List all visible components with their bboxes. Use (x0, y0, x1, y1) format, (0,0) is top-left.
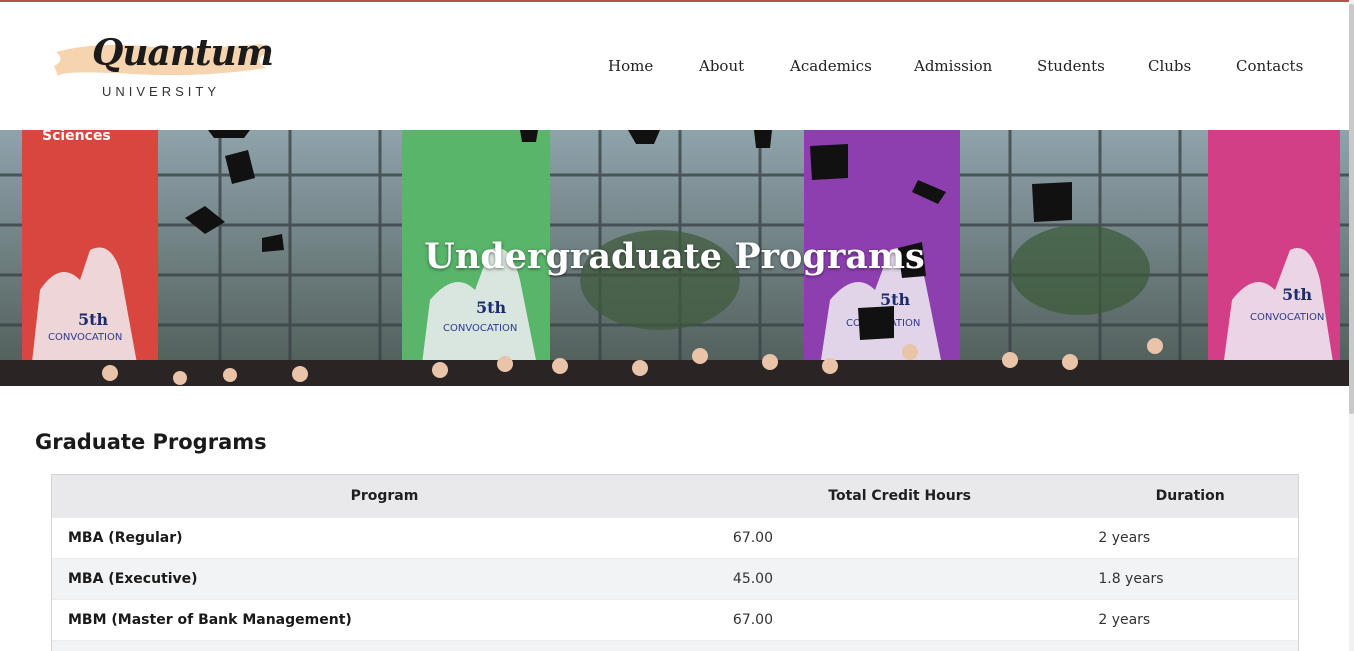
cell-credits: 67.00 (732, 530, 774, 546)
cell-duration: 2 years (1098, 612, 1151, 628)
cell-credits: 67.00 (732, 612, 774, 628)
hero-title: Undergraduate Programs (424, 236, 925, 277)
nav-students[interactable]: Students (1037, 57, 1105, 75)
table-row: MBM (Master of Bank Management) 67.00 2 … (52, 599, 1298, 640)
main-nav: Home About Academics Admission Students … (0, 57, 1349, 81)
cell-program: MBM (Master of Bank Management) (68, 612, 352, 628)
banner-convocation-4: CONVOCATION (1250, 312, 1324, 323)
cell-duration: 1.8 years (1098, 571, 1164, 587)
cell-credits: 45.00 (732, 571, 774, 587)
nav-admission[interactable]: Admission (914, 57, 992, 75)
nav-clubs[interactable]: Clubs (1148, 57, 1191, 75)
table-header: Program Total Credit Hours Duration (52, 475, 1298, 517)
hero-banner: Sciences CONVOCATION CONVOCATION CONVOCA… (0, 130, 1349, 386)
header-duration: Duration (1155, 488, 1225, 504)
table-row-partial (52, 640, 1298, 651)
logo-subtitle: UNIVERSITY (102, 84, 221, 99)
nav-home[interactable]: Home (608, 57, 653, 75)
page-scrollbar[interactable] (1349, 0, 1354, 651)
banner-num-4: 5th (1282, 285, 1313, 304)
cell-program: MBA (Regular) (68, 530, 183, 546)
scrollbar-thumb[interactable] (1349, 4, 1354, 414)
banner-num-3: 5th (880, 290, 911, 309)
nav-academics[interactable]: Academics (790, 57, 872, 75)
banner-convocation-1: CONVOCATION (48, 332, 122, 343)
header-program: Program (350, 488, 419, 504)
banner-num-1: 5th (78, 310, 109, 329)
cell-program: MBA (Executive) (68, 571, 198, 587)
table-row: MBA (Regular) 67.00 2 years (52, 517, 1298, 558)
header-credits: Total Credit Hours (828, 488, 971, 504)
site-header: Quantum UNIVERSITY Home About Academics … (0, 2, 1349, 130)
nav-contacts[interactable]: Contacts (1236, 57, 1303, 75)
banner-sciences-text: Sciences (42, 130, 111, 144)
banner-convocation-2: CONVOCATION (443, 323, 517, 334)
banner-num-2: 5th (476, 298, 507, 317)
table-row: MBA (Executive) 45.00 1.8 years (52, 558, 1298, 599)
nav-about[interactable]: About (699, 57, 744, 75)
programs-table: Program Total Credit Hours Duration MBA … (51, 474, 1299, 651)
cell-duration: 2 years (1098, 530, 1151, 546)
section-title: Graduate Programs (35, 430, 267, 454)
